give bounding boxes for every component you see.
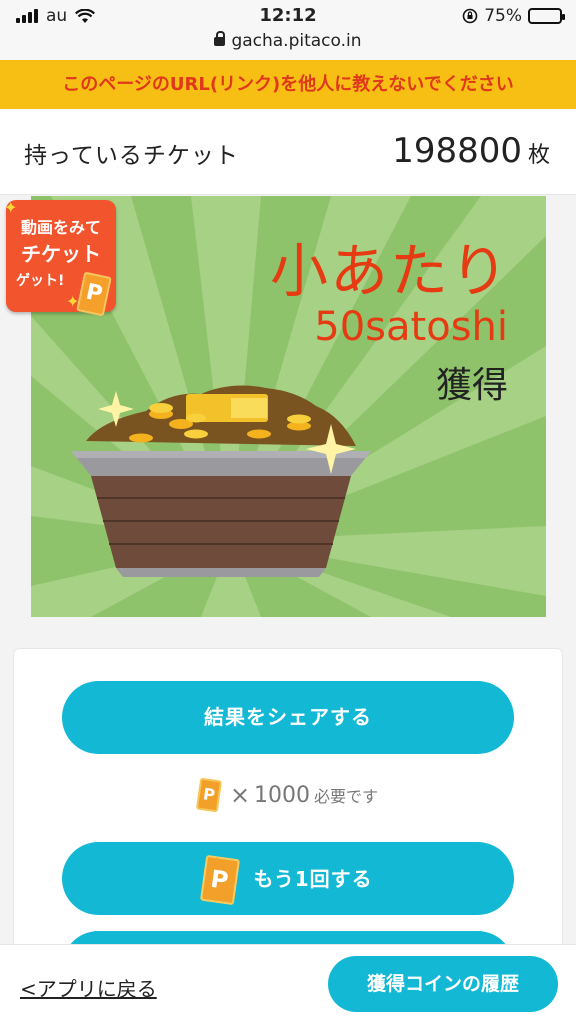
- video-badge-line1: 動画をみて: [20, 218, 101, 237]
- video-badge-line3: ゲット!: [16, 273, 65, 289]
- coin-history-button[interactable]: 獲得コインの履歴: [328, 956, 558, 1012]
- warning-banner: このページのURL(リンク)を他人に教えないでください: [0, 60, 576, 109]
- ticket-count: 198800: [392, 131, 522, 171]
- status-bar: au 12:12 75% gacha.pitaco.in: [0, 0, 576, 60]
- cost-note: 必要です: [314, 787, 379, 806]
- cost-times: ×: [229, 781, 251, 809]
- ticket-balance-label: 持っているチケット: [24, 143, 239, 169]
- status-bar-right: 75%: [462, 6, 565, 26]
- prize-suffix: 獲得: [435, 365, 508, 406]
- ticket-balance-value: 198800 枚: [392, 131, 550, 171]
- cost-amount: 1000: [254, 782, 311, 808]
- ticket-unit: 枚: [527, 143, 550, 168]
- sparkle-icon: ✦: [4, 198, 18, 217]
- address-bar[interactable]: gacha.pitaco.in: [0, 31, 576, 51]
- bottom-bar: <アプリに戻る 獲得コインの履歴: [0, 944, 576, 1024]
- ticket-icon: P: [195, 777, 223, 813]
- cost-info: P × 1000 必要です: [14, 777, 562, 813]
- ticket-icon: P: [76, 271, 112, 317]
- battery-icon: [528, 8, 565, 24]
- prize-amount: 50satoshi: [314, 304, 508, 350]
- video-badge-line2: チケット: [21, 242, 101, 266]
- play-again-button[interactable]: P もう1回する: [62, 842, 514, 915]
- share-result-button[interactable]: 結果をシェアする: [62, 681, 514, 754]
- watch-video-ticket-button[interactable]: 動画をみて チケット ゲット! P: [6, 200, 116, 317]
- ticket-icon: P: [200, 854, 241, 905]
- back-to-app-link[interactable]: <アプリに戻る: [20, 973, 157, 1002]
- play-again-label: もう1回する: [253, 867, 373, 891]
- lock-icon: [214, 31, 226, 46]
- rotation-lock-icon: [462, 8, 478, 24]
- prize-title: 小あたり: [269, 237, 510, 305]
- battery-percent: 75%: [484, 6, 522, 26]
- ticket-balance: 持っているチケット 198800 枚: [0, 109, 576, 195]
- sparkle-icon: ✦: [66, 292, 80, 311]
- url-text: gacha.pitaco.in: [231, 31, 362, 51]
